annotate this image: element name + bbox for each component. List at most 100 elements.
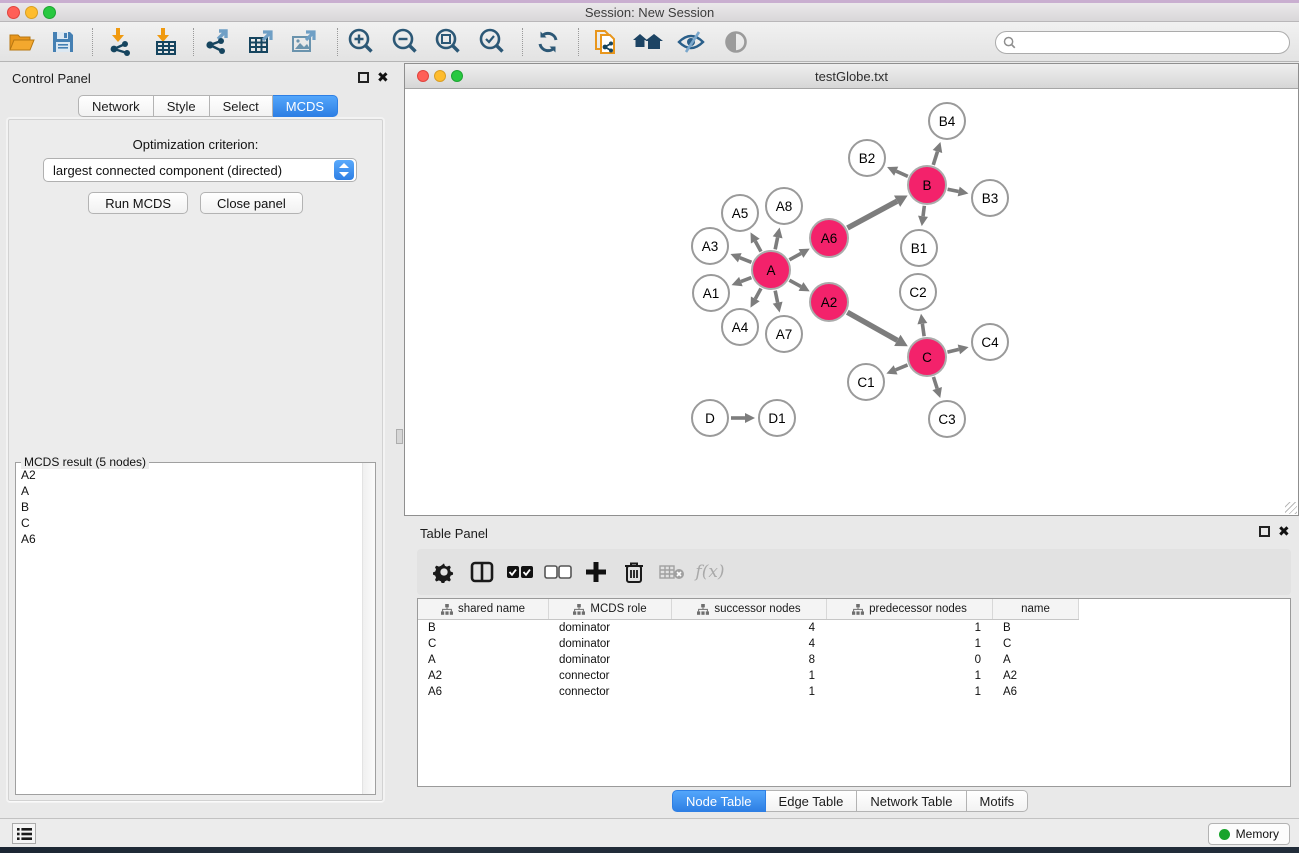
table-cell[interactable]: 4	[672, 637, 827, 653]
graph-node-A2[interactable]: A2	[809, 282, 849, 322]
save-session-icon[interactable]	[46, 27, 80, 57]
tab-style[interactable]: Style	[154, 95, 210, 117]
table-row[interactable]: A6connector11A6	[418, 685, 1079, 701]
table-cell[interactable]: 4	[672, 621, 827, 637]
search-field[interactable]	[995, 31, 1290, 54]
float-panel-icon[interactable]	[358, 72, 369, 83]
column-header-successor-nodes[interactable]: successor nodes	[672, 599, 827, 619]
graph-edge[interactable]	[947, 349, 958, 352]
tab-select[interactable]: Select	[210, 95, 273, 117]
hide-selected-eye-icon[interactable]	[674, 27, 708, 57]
graph-node-A8[interactable]: A8	[765, 187, 803, 225]
graph-node-C1[interactable]: C1	[847, 363, 885, 401]
zoom-selected-icon[interactable]	[475, 27, 509, 57]
export-table-icon[interactable]	[244, 27, 278, 57]
table-cell[interactable]: 1	[827, 685, 993, 701]
graph-node-B3[interactable]: B3	[971, 179, 1009, 217]
table-cell[interactable]: 1	[827, 637, 993, 653]
import-table-icon[interactable]	[149, 27, 183, 57]
function-builder-icon[interactable]: f(x)	[691, 562, 729, 582]
table-cell[interactable]: dominator	[549, 637, 672, 653]
close-panel-button[interactable]: Close panel	[200, 192, 303, 214]
table-cell[interactable]: A2	[993, 669, 1079, 685]
graph-node-C3[interactable]: C3	[928, 400, 966, 438]
resize-grip[interactable]	[1285, 502, 1297, 514]
table-settings-gear-icon[interactable]	[425, 561, 463, 583]
deselect-all-rows-icon[interactable]	[539, 565, 577, 579]
graph-edge[interactable]	[789, 253, 801, 259]
tab-network-table[interactable]: Network Table	[857, 790, 966, 812]
table-cell[interactable]: B	[993, 621, 1079, 637]
delete-table-icon[interactable]	[653, 564, 691, 580]
network-window-titlebar[interactable]: testGlobe.txt	[405, 64, 1298, 89]
table-cell[interactable]: 1	[672, 669, 827, 685]
tab-node-table[interactable]: Node Table	[672, 790, 766, 812]
close-table-panel-icon[interactable]: ✖	[1278, 526, 1290, 537]
table-row[interactable]: Bdominator41B	[418, 621, 1079, 637]
graph-edge[interactable]	[923, 206, 924, 216]
table-cell[interactable]: A6	[418, 685, 549, 701]
import-network-icon[interactable]	[104, 27, 138, 57]
table-cell[interactable]: 8	[672, 653, 827, 669]
table-cell[interactable]: dominator	[549, 653, 672, 669]
show-columns-icon[interactable]	[463, 561, 501, 583]
graph-node-D1[interactable]: D1	[758, 399, 796, 437]
graph-node-D[interactable]: D	[691, 399, 729, 437]
graph-edge[interactable]	[775, 237, 777, 249]
open-file-icon[interactable]	[5, 27, 39, 57]
graph-edge[interactable]	[948, 189, 959, 191]
graph-edge[interactable]	[922, 324, 924, 337]
graph-node-B2[interactable]: B2	[848, 139, 886, 177]
graph-edge[interactable]	[740, 258, 752, 263]
splitter-handle[interactable]	[396, 429, 403, 444]
graph-edge[interactable]	[896, 171, 908, 176]
tab-network[interactable]: Network	[78, 95, 154, 117]
search-input[interactable]	[1020, 36, 1289, 50]
float-table-panel-icon[interactable]	[1259, 526, 1270, 537]
table-cell[interactable]: 1	[827, 669, 993, 685]
table-cell[interactable]: 1	[672, 685, 827, 701]
zoom-fit-icon[interactable]	[431, 27, 465, 57]
column-header-MCDS-role[interactable]: MCDS role	[549, 599, 672, 619]
show-eye-icon[interactable]	[719, 27, 753, 57]
result-list-item[interactable]: A2	[16, 467, 362, 483]
graph-node-A3[interactable]: A3	[691, 227, 729, 265]
table-cell[interactable]: C	[993, 637, 1079, 653]
table-row[interactable]: Cdominator41C	[418, 637, 1079, 653]
graph-edge[interactable]	[789, 280, 801, 286]
refresh-icon[interactable]	[531, 27, 565, 57]
zoom-in-icon[interactable]	[344, 27, 378, 57]
network-canvas[interactable]: B4B2BB3A5A8A6B1A3AC2A1A2A4A7C4CC1C3DD1	[405, 89, 1298, 515]
graph-node-A[interactable]: A	[751, 250, 791, 290]
graph-node-A7[interactable]: A7	[765, 315, 803, 353]
table-cell[interactable]: 0	[827, 653, 993, 669]
export-network-icon[interactable]	[201, 27, 235, 57]
graph-node-B1[interactable]: B1	[900, 229, 938, 267]
column-header-name[interactable]: name	[993, 599, 1079, 619]
graph-edge[interactable]	[847, 312, 897, 340]
graph-node-B4[interactable]: B4	[928, 102, 966, 140]
column-header-shared-name[interactable]: shared name	[418, 599, 549, 619]
export-image-icon[interactable]	[287, 27, 321, 57]
graph-edge[interactable]	[755, 288, 761, 298]
close-panel-icon[interactable]: ✖	[377, 72, 389, 83]
mcds-result-list[interactable]: A2ABCA6	[16, 467, 362, 794]
result-list-item[interactable]: A6	[16, 531, 362, 547]
clone-network-icon[interactable]	[589, 27, 623, 57]
table-cell[interactable]: A	[418, 653, 549, 669]
graph-node-C2[interactable]: C2	[899, 273, 937, 311]
graph-node-A4[interactable]: A4	[721, 308, 759, 346]
graph-edge[interactable]	[755, 241, 761, 251]
table-row[interactable]: Adominator80A	[418, 653, 1079, 669]
table-cell[interactable]: B	[418, 621, 549, 637]
table-cell[interactable]: C	[418, 637, 549, 653]
result-list-item[interactable]: C	[16, 515, 362, 531]
table-cell[interactable]: 1	[827, 621, 993, 637]
column-header-predecessor-nodes[interactable]: predecessor nodes	[827, 599, 993, 619]
table-cell[interactable]: connector	[549, 685, 672, 701]
task-history-button[interactable]	[12, 823, 36, 844]
select-all-rows-icon[interactable]	[501, 565, 539, 579]
table-cell[interactable]: A6	[993, 685, 1079, 701]
graph-node-A6[interactable]: A6	[809, 218, 849, 258]
graph-edge[interactable]	[847, 201, 897, 228]
